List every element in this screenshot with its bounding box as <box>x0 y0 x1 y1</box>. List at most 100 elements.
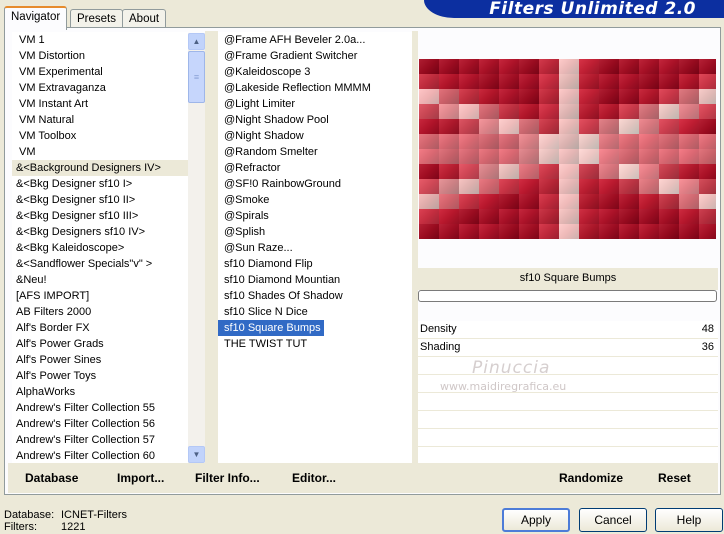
filter-item[interactable]: sf10 Diamond Mountian <box>218 272 412 288</box>
filter-item[interactable]: sf10 Diamond Flip <box>218 256 412 272</box>
filter-item[interactable]: THE TWIST TUT <box>218 336 412 352</box>
filter-item[interactable]: @Refractor <box>218 160 412 176</box>
filter-item[interactable]: @Frame Gradient Switcher <box>218 48 412 64</box>
category-item[interactable]: AlphaWorks <box>12 384 188 400</box>
preview-tile <box>659 104 679 119</box>
selected-filter-name: sf10 Square Bumps <box>418 268 718 290</box>
filter-item[interactable]: sf10 Square Bumps <box>218 320 324 336</box>
preview-tile <box>579 74 599 89</box>
category-item[interactable]: AB Filters 2000 <box>12 304 188 320</box>
category-item[interactable]: VM Distortion <box>12 48 188 64</box>
filter-item[interactable]: sf10 Shades Of Shadow <box>218 288 412 304</box>
filter-item[interactable]: @Smoke <box>218 192 412 208</box>
preview-tile <box>439 104 459 119</box>
category-item[interactable]: [AFS IMPORT] <box>12 288 188 304</box>
category-item[interactable]: Alf's Power Sines <box>12 352 188 368</box>
preview-tile <box>499 119 519 134</box>
param-density[interactable]: Density 48 <box>418 321 718 339</box>
filter-item[interactable]: @Sun Raze... <box>218 240 412 256</box>
preview-tile <box>479 134 499 149</box>
category-list[interactable]: VM 1 VM Distortion VM Experimental VM Extra… <box>12 32 188 464</box>
preview-tile <box>439 89 459 104</box>
preview-tile <box>619 149 639 164</box>
preview-tile <box>419 134 439 149</box>
tab-about[interactable]: About <box>122 9 167 29</box>
preview-tile <box>699 119 716 134</box>
filter-item[interactable]: @Light Limiter <box>218 96 412 112</box>
preview-tile <box>439 179 459 194</box>
randomize-button[interactable]: Randomize <box>559 471 623 485</box>
category-scrollbar[interactable]: ▲ ≡ ▼ <box>188 33 205 463</box>
category-item[interactable]: Alf's Border FX <box>12 320 188 336</box>
filter-item[interactable]: @Night Shadow <box>218 128 412 144</box>
preview-tile <box>639 209 659 224</box>
category-item[interactable]: &<Bkg Kaleidoscope> <box>12 240 188 256</box>
apply-button[interactable]: Apply <box>502 508 570 532</box>
category-item[interactable]: Andrew's Filter Collection 57 <box>12 432 188 448</box>
category-item[interactable]: Andrew's Filter Collection 55 <box>12 400 188 416</box>
import-button[interactable]: Import... <box>117 471 164 485</box>
category-item[interactable]: VM Instant Art <box>12 96 188 112</box>
reset-button[interactable]: Reset <box>658 471 691 485</box>
param-shading[interactable]: Shading 36 <box>418 339 718 357</box>
preview-tile <box>419 209 439 224</box>
param-divider <box>418 338 718 339</box>
preview-tile <box>519 74 539 89</box>
preview-tile <box>679 119 699 134</box>
category-item[interactable]: VM Experimental <box>12 64 188 80</box>
scroll-down-button[interactable]: ▼ <box>188 446 205 463</box>
category-item[interactable]: &<Bkg Designer sf10 I> <box>12 176 188 192</box>
filter-item[interactable]: @Splish <box>218 224 412 240</box>
cancel-button[interactable]: Cancel <box>579 508 647 532</box>
category-item[interactable]: VM Toolbox <box>12 128 188 144</box>
category-item[interactable]: &Neu! <box>12 272 188 288</box>
preview-tile <box>559 119 579 134</box>
preview-tile <box>679 194 699 209</box>
filter-item[interactable]: @Kaleidoscope 3 <box>218 64 412 80</box>
filter-item[interactable]: @Random Smelter <box>218 144 412 160</box>
tab-navigator[interactable]: Navigator <box>4 6 68 30</box>
scroll-thumb[interactable]: ≡ <box>188 51 205 103</box>
filters-count-label: Filters: <box>4 521 37 533</box>
category-item[interactable]: Alf's Power Toys <box>12 368 188 384</box>
category-item[interactable]: &<Sandflower Specials"v" > <box>12 256 188 272</box>
filter-item[interactable]: @SF!0 RainbowGround <box>218 176 412 192</box>
filter-item[interactable]: sf10 Slice N Dice <box>218 304 412 320</box>
tab-presets[interactable]: Presets <box>70 9 123 29</box>
preview-tile <box>619 134 639 149</box>
category-item[interactable]: Andrew's Filter Collection 56 <box>12 416 188 432</box>
preview-tile <box>419 164 439 179</box>
help-button[interactable]: Help <box>655 508 723 532</box>
filter-item[interactable]: @Night Shadow Pool <box>218 112 412 128</box>
preview-tile <box>639 149 659 164</box>
editor-button[interactable]: Editor... <box>292 471 336 485</box>
scroll-up-button[interactable]: ▲ <box>188 33 205 50</box>
category-item[interactable]: VM 1 <box>12 32 188 48</box>
preview-tile <box>659 224 679 239</box>
category-item[interactable]: Andrew's Filter Collection 60 <box>12 448 188 464</box>
preview-tile <box>539 89 559 104</box>
category-item[interactable]: VM Extravaganza <box>12 80 188 96</box>
filter-item[interactable]: @Frame AFH Beveler 2.0a... <box>218 32 412 48</box>
preview-tile <box>459 164 479 179</box>
category-item[interactable]: &<Background Designers IV> <box>12 160 188 176</box>
filter-info-button[interactable]: Filter Info... <box>195 471 260 485</box>
preview-tile <box>599 74 619 89</box>
category-item[interactable]: Alf's Power Grads <box>12 336 188 352</box>
preview-tile <box>619 179 639 194</box>
param-divider <box>418 428 718 429</box>
category-item[interactable]: &<Bkg Designer sf10 III> <box>12 208 188 224</box>
filter-list[interactable]: @Frame AFH Beveler 2.0a... @Frame Gradien… <box>218 32 412 464</box>
preview-tile <box>459 209 479 224</box>
database-button[interactable]: Database <box>25 471 78 485</box>
preview-tile <box>519 179 539 194</box>
filter-item[interactable]: @Spirals <box>218 208 412 224</box>
category-item[interactable]: &<Bkg Designers sf10 IV> <box>12 224 188 240</box>
filter-item[interactable]: @Lakeside Reflection MMMM <box>218 80 412 96</box>
preview-tile <box>439 224 459 239</box>
category-item[interactable]: &<Bkg Designer sf10 II> <box>12 192 188 208</box>
category-item[interactable]: VM Natural <box>12 112 188 128</box>
preview-tile <box>559 224 579 239</box>
preview-tile <box>599 194 619 209</box>
category-item[interactable]: VM <box>12 144 188 160</box>
